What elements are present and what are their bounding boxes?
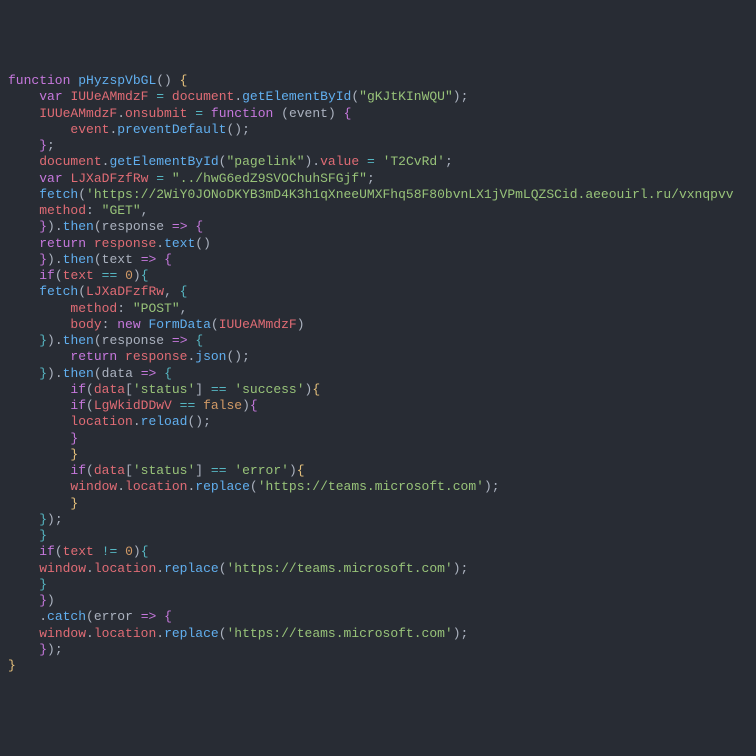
code-block: function pHyzspVbGL() { var IUUeAMmdzF =… xyxy=(8,73,748,674)
str-longurl: 'https://2WiY0JONoDKYB3mD4K3h1qXneeUMXFh… xyxy=(86,187,734,202)
id-formvar: IUUeAMmdzF xyxy=(70,89,148,104)
str-teams: 'https://teams.microsoft.com' xyxy=(258,479,484,494)
str-t2cvrd: 'T2CvRd' xyxy=(383,154,445,169)
kw-function: function xyxy=(8,73,70,88)
id-urlvar: LJXaDFzfRw xyxy=(70,171,148,186)
str-status: 'status' xyxy=(133,382,195,397)
str-success: 'success' xyxy=(234,382,304,397)
str-get: "GET" xyxy=(102,203,141,218)
fn-getelementbyid: getElementById xyxy=(242,89,351,104)
fn-main: pHyzspVbGL xyxy=(78,73,156,88)
str-elemid: "gKJtKInWQU" xyxy=(359,89,453,104)
str-pagelink: "pagelink" xyxy=(226,154,304,169)
id-flagvar: LgWkidDDwV xyxy=(94,398,172,413)
str-error: 'error' xyxy=(234,463,289,478)
id-document: document xyxy=(172,89,234,104)
str-relpath: "../hwG6edZ9SVOChuhSFGjf" xyxy=(172,171,367,186)
num-zero: 0 xyxy=(125,268,133,283)
kw-var: var xyxy=(39,89,62,104)
str-post: "POST" xyxy=(133,301,180,316)
bool-false: false xyxy=(203,398,242,413)
